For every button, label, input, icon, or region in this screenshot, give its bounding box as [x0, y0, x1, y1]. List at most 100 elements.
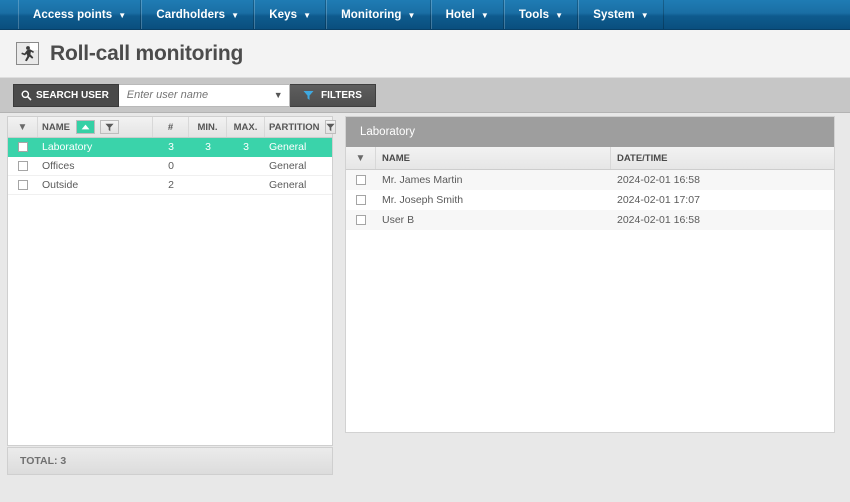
chevron-down-icon: ▼ — [555, 10, 564, 20]
menu-label: Monitoring — [341, 8, 402, 21]
cell-name: Mr. Joseph Smith — [382, 194, 464, 206]
list-item[interactable]: Mr. Joseph Smith 2024-02-01 17:07 — [346, 190, 834, 210]
cell-min: 3 — [205, 141, 211, 153]
column-header-max[interactable]: MAX. — [227, 117, 265, 137]
cell-count: 0 — [168, 160, 174, 172]
main-content: ▼ NAME # MIN. MAX. PARTITION Laboratory … — [0, 113, 850, 502]
chevron-down-icon[interactable]: ▼ — [356, 153, 366, 164]
cell-partition: General — [269, 141, 307, 153]
page-toolbar: SEARCH USER ▼ FILTERS — [0, 78, 850, 113]
menu-label: Cardholders — [156, 8, 226, 21]
menu-item-system[interactable]: System ▼ — [578, 0, 664, 29]
column-header-partition[interactable]: PARTITION — [265, 117, 336, 137]
cell-partition: General — [269, 179, 307, 191]
chevron-down-icon: ▼ — [231, 10, 240, 20]
menu-item-monitoring[interactable]: Monitoring ▼ — [326, 0, 431, 29]
sort-ascending-button[interactable] — [75, 120, 95, 134]
chevron-down-icon: ▼ — [640, 10, 649, 20]
cell-name: User B — [382, 214, 415, 226]
chevron-down-icon: ▼ — [407, 10, 416, 20]
row-checkbox[interactable] — [18, 161, 28, 171]
main-menu-bar: Access points ▼ Cardholders ▼ Keys ▼ Mon… — [0, 0, 850, 30]
funnel-icon — [303, 90, 314, 101]
row-checkbox-cell[interactable] — [346, 190, 376, 210]
row-checkbox-cell[interactable] — [346, 210, 376, 230]
cell-name: Mr. James Martin — [382, 174, 463, 186]
search-input-wrapper[interactable]: ▼ — [118, 83, 290, 107]
table-row[interactable]: Laboratory 3 3 3 General — [8, 138, 332, 157]
detail-panel: Laboratory ▼ NAME DATE/TIME Mr. James Ma… — [345, 116, 835, 433]
chevron-down-icon: ▼ — [480, 10, 489, 20]
chevron-down-icon[interactable]: ▼ — [18, 122, 28, 133]
filter-name-button[interactable] — [99, 120, 119, 134]
cell-datetime: 2024-02-01 16:58 — [617, 174, 700, 186]
row-checkbox[interactable] — [356, 175, 366, 185]
menu-item-access-points[interactable]: Access points ▼ — [18, 0, 142, 29]
cell-min — [189, 176, 227, 194]
cell-name: Offices — [42, 160, 75, 172]
row-checkbox-cell[interactable] — [346, 170, 376, 190]
page-title: Roll-call monitoring — [50, 41, 244, 65]
cell-name: Laboratory — [42, 141, 93, 153]
cell-min — [189, 157, 227, 175]
column-header-min[interactable]: MIN. — [189, 117, 227, 137]
cell-max — [227, 157, 265, 175]
column-header-count[interactable]: # — [153, 117, 189, 137]
select-all-column-header[interactable]: ▼ — [8, 117, 38, 137]
row-checkbox[interactable] — [356, 195, 366, 205]
column-header-datetime[interactable]: DATE/TIME — [611, 147, 834, 169]
chevron-down-icon: ▼ — [118, 10, 127, 20]
search-user-button[interactable]: SEARCH USER — [13, 83, 119, 107]
menu-item-keys[interactable]: Keys ▼ — [254, 0, 327, 29]
detail-title-label: Laboratory — [360, 126, 415, 138]
areas-total-label: TOTAL: 3 — [20, 455, 67, 467]
list-item[interactable]: Mr. James Martin 2024-02-01 16:58 — [346, 170, 834, 190]
menu-label: Access points — [33, 8, 113, 21]
column-header-name[interactable]: NAME — [38, 117, 153, 137]
cell-max: 3 — [243, 141, 249, 153]
menu-label: Keys — [269, 8, 298, 21]
filter-partition-button[interactable] — [324, 120, 336, 134]
menu-label: Tools — [518, 8, 550, 21]
detail-panel-title: Laboratory — [346, 117, 834, 147]
column-label: NAME — [382, 152, 410, 164]
select-all-column-header[interactable]: ▼ — [346, 147, 376, 169]
cell-count: 2 — [168, 179, 174, 191]
chevron-down-icon[interactable]: ▼ — [274, 90, 283, 100]
row-checkbox-cell[interactable] — [8, 138, 38, 156]
table-row[interactable]: Outside 2 General — [8, 176, 332, 195]
row-checkbox[interactable] — [18, 180, 28, 190]
search-user-group: SEARCH USER ▼ — [13, 83, 290, 107]
detail-table-header: ▼ NAME DATE/TIME — [346, 147, 834, 170]
running-person-icon — [16, 42, 39, 65]
search-input[interactable] — [126, 89, 270, 101]
row-checkbox[interactable] — [356, 215, 366, 225]
cell-name: Outside — [42, 179, 79, 191]
menu-item-hotel[interactable]: Hotel ▼ — [430, 0, 504, 29]
chevron-down-icon: ▼ — [303, 10, 312, 20]
areas-total-bar: TOTAL: 3 — [7, 447, 333, 475]
column-label: DATE/TIME — [617, 152, 668, 164]
row-checkbox-cell[interactable] — [8, 176, 38, 194]
magnifier-icon — [21, 90, 32, 101]
row-checkbox[interactable] — [18, 142, 28, 152]
filters-label: FILTERS — [321, 89, 362, 101]
areas-table-header: ▼ NAME # MIN. MAX. PARTITION — [8, 117, 336, 138]
menu-item-tools[interactable]: Tools ▼ — [503, 0, 579, 29]
column-label: MIN. — [197, 121, 218, 133]
menu-item-cardholders[interactable]: Cardholders ▼ — [141, 0, 255, 29]
row-checkbox-cell[interactable] — [8, 157, 38, 175]
cell-max — [227, 176, 265, 194]
filters-button[interactable]: FILTERS — [289, 83, 376, 107]
table-row[interactable]: Offices 0 General — [8, 157, 332, 176]
page-header: Roll-call monitoring — [0, 30, 850, 78]
areas-table-panel: ▼ NAME # MIN. MAX. PARTITION Laboratory … — [7, 116, 336, 446]
cell-count: 3 — [168, 141, 174, 153]
column-label: # — [167, 121, 174, 133]
cell-partition: General — [269, 160, 307, 172]
list-item[interactable]: User B 2024-02-01 16:58 — [346, 210, 834, 230]
search-user-label: SEARCH USER — [36, 89, 109, 101]
cell-datetime: 2024-02-01 16:58 — [617, 214, 700, 226]
menu-label: Hotel — [445, 8, 475, 21]
column-header-name[interactable]: NAME — [376, 147, 611, 169]
